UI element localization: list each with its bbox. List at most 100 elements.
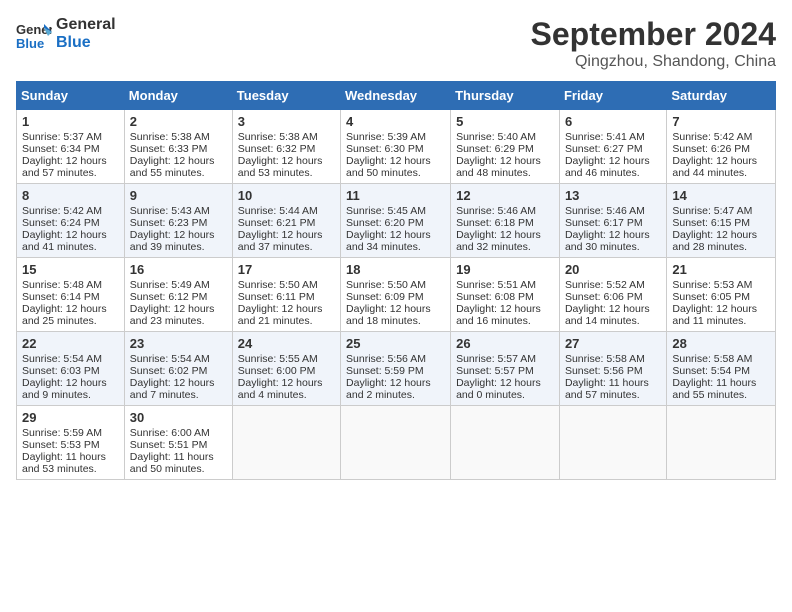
daylight-minutes: and 2 minutes. xyxy=(346,389,415,401)
daylight-minutes: and 53 minutes. xyxy=(238,167,313,179)
daylight-hours: Daylight: 12 hours xyxy=(565,229,650,241)
day-number: 11 xyxy=(346,188,445,203)
daylight-hours: Daylight: 12 hours xyxy=(238,229,323,241)
sunrise-text: Sunrise: 5:58 AM xyxy=(672,353,752,365)
daylight-hours: Daylight: 12 hours xyxy=(565,155,650,167)
sunset-text: Sunset: 5:54 PM xyxy=(672,365,750,377)
sunrise-text: Sunrise: 5:42 AM xyxy=(22,205,102,217)
sunset-text: Sunset: 6:17 PM xyxy=(565,217,643,229)
daylight-minutes: and 57 minutes. xyxy=(565,389,640,401)
day-number: 17 xyxy=(238,262,335,277)
day-number: 25 xyxy=(346,336,445,351)
daylight-minutes: and 37 minutes. xyxy=(238,241,313,253)
sunrise-text: Sunrise: 5:49 AM xyxy=(130,279,210,291)
daylight-hours: Daylight: 12 hours xyxy=(456,155,541,167)
daylight-hours: Daylight: 12 hours xyxy=(456,229,541,241)
svg-text:Blue: Blue xyxy=(16,36,44,51)
daylight-hours: Daylight: 12 hours xyxy=(130,303,215,315)
daylight-minutes: and 4 minutes. xyxy=(238,389,307,401)
daylight-minutes: and 53 minutes. xyxy=(22,463,97,475)
day-number: 1 xyxy=(22,114,119,129)
sunset-text: Sunset: 6:23 PM xyxy=(130,217,208,229)
daylight-minutes: and 16 minutes. xyxy=(456,315,531,327)
table-row: 23 Sunrise: 5:54 AM Sunset: 6:02 PM Dayl… xyxy=(124,332,232,406)
sunrise-text: Sunrise: 5:46 AM xyxy=(456,205,536,217)
sunrise-text: Sunrise: 5:39 AM xyxy=(346,131,426,143)
table-row: 30 Sunrise: 6:00 AM Sunset: 5:51 PM Dayl… xyxy=(124,406,232,480)
sunrise-text: Sunrise: 5:57 AM xyxy=(456,353,536,365)
day-number: 26 xyxy=(456,336,554,351)
sunset-text: Sunset: 6:09 PM xyxy=(346,291,424,303)
daylight-minutes: and 55 minutes. xyxy=(672,389,747,401)
daylight-hours: Daylight: 12 hours xyxy=(346,377,431,389)
month-title: September 2024 xyxy=(531,16,776,53)
table-row: 6 Sunrise: 5:41 AM Sunset: 6:27 PM Dayli… xyxy=(559,110,666,184)
daylight-minutes: and 41 minutes. xyxy=(22,241,97,253)
sunset-text: Sunset: 6:21 PM xyxy=(238,217,316,229)
table-row xyxy=(559,406,666,480)
sunset-text: Sunset: 6:15 PM xyxy=(672,217,750,229)
table-row: 8 Sunrise: 5:42 AM Sunset: 6:24 PM Dayli… xyxy=(17,184,125,258)
daylight-hours: Daylight: 12 hours xyxy=(22,155,107,167)
sunset-text: Sunset: 5:57 PM xyxy=(456,365,534,377)
sunrise-text: Sunrise: 5:38 AM xyxy=(238,131,318,143)
sunset-text: Sunset: 6:06 PM xyxy=(565,291,643,303)
sunrise-text: Sunrise: 5:47 AM xyxy=(672,205,752,217)
location-title: Qingzhou, Shandong, China xyxy=(531,53,776,71)
day-number: 4 xyxy=(346,114,445,129)
table-row: 14 Sunrise: 5:47 AM Sunset: 6:15 PM Dayl… xyxy=(667,184,776,258)
col-sunday: Sunday xyxy=(17,82,125,110)
table-row xyxy=(667,406,776,480)
table-row: 22 Sunrise: 5:54 AM Sunset: 6:03 PM Dayl… xyxy=(17,332,125,406)
calendar-header-row: Sunday Monday Tuesday Wednesday Thursday… xyxy=(17,82,776,110)
sunrise-text: Sunrise: 5:50 AM xyxy=(238,279,318,291)
table-row: 20 Sunrise: 5:52 AM Sunset: 6:06 PM Dayl… xyxy=(559,258,666,332)
table-row: 1 Sunrise: 5:37 AM Sunset: 6:34 PM Dayli… xyxy=(17,110,125,184)
table-row: 28 Sunrise: 5:58 AM Sunset: 5:54 PM Dayl… xyxy=(667,332,776,406)
day-number: 8 xyxy=(22,188,119,203)
table-row: 18 Sunrise: 5:50 AM Sunset: 6:09 PM Dayl… xyxy=(341,258,451,332)
table-row: 7 Sunrise: 5:42 AM Sunset: 6:26 PM Dayli… xyxy=(667,110,776,184)
daylight-minutes: and 46 minutes. xyxy=(565,167,640,179)
daylight-hours: Daylight: 12 hours xyxy=(130,377,215,389)
sunset-text: Sunset: 6:20 PM xyxy=(346,217,424,229)
sunrise-text: Sunrise: 5:46 AM xyxy=(565,205,645,217)
sunset-text: Sunset: 6:34 PM xyxy=(22,143,100,155)
daylight-minutes: and 25 minutes. xyxy=(22,315,97,327)
sunset-text: Sunset: 6:33 PM xyxy=(130,143,208,155)
sunset-text: Sunset: 6:03 PM xyxy=(22,365,100,377)
sunset-text: Sunset: 6:05 PM xyxy=(672,291,750,303)
table-row: 29 Sunrise: 5:59 AM Sunset: 5:53 PM Dayl… xyxy=(17,406,125,480)
daylight-minutes: and 21 minutes. xyxy=(238,315,313,327)
sunrise-text: Sunrise: 5:58 AM xyxy=(565,353,645,365)
sunrise-text: Sunrise: 5:51 AM xyxy=(456,279,536,291)
day-number: 3 xyxy=(238,114,335,129)
daylight-minutes: and 11 minutes. xyxy=(672,315,746,327)
calendar-week-row: 1 Sunrise: 5:37 AM Sunset: 6:34 PM Dayli… xyxy=(17,110,776,184)
daylight-hours: Daylight: 12 hours xyxy=(238,377,323,389)
daylight-minutes: and 28 minutes. xyxy=(672,241,747,253)
table-row: 12 Sunrise: 5:46 AM Sunset: 6:18 PM Dayl… xyxy=(451,184,560,258)
sunset-text: Sunset: 6:14 PM xyxy=(22,291,100,303)
col-thursday: Thursday xyxy=(451,82,560,110)
daylight-minutes: and 50 minutes. xyxy=(130,463,205,475)
logo-text-general: General xyxy=(56,16,116,34)
sunset-text: Sunset: 6:12 PM xyxy=(130,291,208,303)
day-number: 19 xyxy=(456,262,554,277)
sunset-text: Sunset: 6:26 PM xyxy=(672,143,750,155)
daylight-minutes: and 50 minutes. xyxy=(346,167,421,179)
day-number: 6 xyxy=(565,114,661,129)
day-number: 29 xyxy=(22,410,119,425)
sunset-text: Sunset: 6:27 PM xyxy=(565,143,643,155)
table-row: 13 Sunrise: 5:46 AM Sunset: 6:17 PM Dayl… xyxy=(559,184,666,258)
day-number: 16 xyxy=(130,262,227,277)
day-number: 9 xyxy=(130,188,227,203)
table-row: 17 Sunrise: 5:50 AM Sunset: 6:11 PM Dayl… xyxy=(232,258,340,332)
logo: General Blue General Blue xyxy=(16,16,116,52)
daylight-hours: Daylight: 12 hours xyxy=(22,377,107,389)
sunrise-text: Sunrise: 5:37 AM xyxy=(22,131,102,143)
daylight-minutes: and 7 minutes. xyxy=(130,389,199,401)
sunset-text: Sunset: 6:18 PM xyxy=(456,217,534,229)
col-saturday: Saturday xyxy=(667,82,776,110)
daylight-minutes: and 9 minutes. xyxy=(22,389,91,401)
